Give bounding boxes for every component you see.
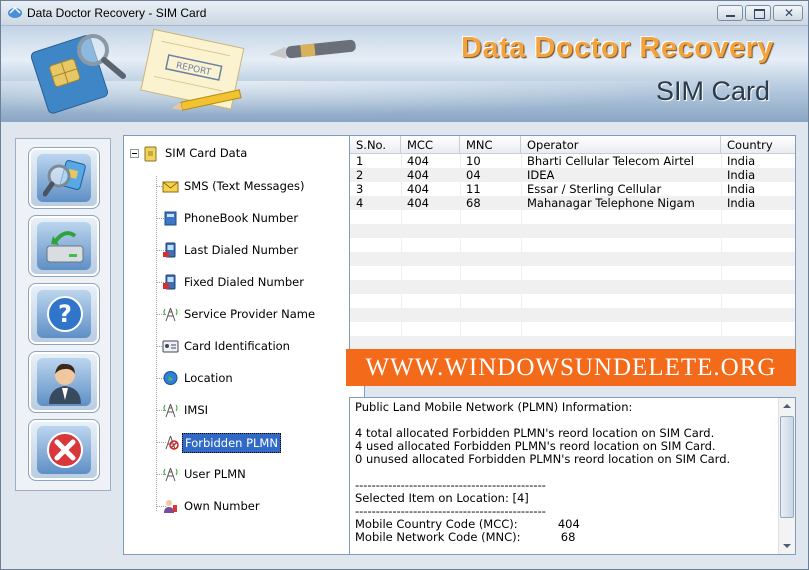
person-phone-icon [164, 500, 177, 513]
sim-search-icon [43, 160, 86, 197]
app-icon [8, 6, 22, 18]
table-row [350, 224, 795, 238]
table-row [350, 322, 795, 336]
cell-operator: IDEA [527, 168, 555, 182]
tower-forbidden-icon [165, 435, 179, 450]
cell-mnc: 11 [466, 182, 481, 196]
info-scrollbar[interactable] [778, 398, 795, 554]
column-header-sno[interactable]: S.No. [350, 136, 401, 154]
title-bar[interactable]: Data Doctor Recovery - SIM Card ✕ [1, 1, 808, 26]
plmn-info-panel: Public Land Mobile Network (PLMN) Inform… [349, 397, 796, 555]
column-header-mnc[interactable]: MNC [460, 136, 521, 154]
cell-sno: 3 [356, 182, 364, 196]
table-row [350, 336, 795, 349]
column-header-operator[interactable]: Operator [521, 136, 721, 154]
table-row [350, 280, 795, 294]
maximize-button[interactable] [745, 5, 771, 21]
column-header-country[interactable]: Country [721, 136, 795, 154]
cell-operator: Mahanagar Telephone Nigam [527, 196, 695, 210]
tree-item-label: Service Provider Name [184, 307, 316, 321]
tree-item-label: User PLMN [184, 467, 246, 481]
tower-icon [163, 307, 178, 322]
cell-sno: 1 [356, 154, 364, 168]
tree-item-label: Own Number [184, 499, 260, 513]
cell-mcc: 404 [407, 196, 429, 210]
exit-button[interactable] [28, 419, 100, 481]
phonebook-icon [164, 211, 177, 226]
sim-data-tree: SIM Card Data SMS (Text Messages) PhoneBo… [123, 135, 365, 555]
close-window-button[interactable]: ✕ [773, 5, 803, 21]
cell-mcc: 404 [407, 154, 429, 168]
table-row [350, 294, 795, 308]
tower-icon [163, 467, 178, 482]
phone-icon [163, 242, 176, 258]
tower-icon [163, 403, 178, 418]
tree-root-label: SIM Card Data [165, 146, 248, 160]
globe-icon [163, 371, 178, 385]
save-button[interactable] [28, 215, 100, 277]
tree-item-label: PhoneBook Number [184, 211, 299, 225]
phone-lock-icon [163, 274, 176, 290]
table-body: 1 404 10 Bharti Cellular Telecom Airtel Indi… [350, 154, 795, 349]
cell-country: India [727, 182, 756, 196]
watermark-banner: WWW.WINDOWSUNDELETE.ORG [346, 349, 796, 386]
cell-sno: 4 [356, 196, 364, 210]
window-title: Data Doctor Recovery - SIM Card [27, 6, 207, 20]
table-row [350, 266, 795, 280]
tree-item-label: SMS (Text Messages) [184, 179, 305, 193]
question-icon: ? [47, 296, 83, 332]
table-row[interactable]: 3 404 11 Essar / Sterling Cellular India [350, 182, 795, 196]
tree-item-label: Location [184, 371, 233, 385]
cell-country: India [727, 196, 756, 210]
drive-save-icon [46, 231, 84, 263]
table-row[interactable]: 4 404 68 Mahanagar Telephone Nigam India [350, 196, 795, 210]
close-icon [47, 432, 83, 468]
table-row[interactable]: 1 404 10 Bharti Cellular Telecom Airtel Indi… [350, 154, 795, 168]
table-row [350, 238, 795, 252]
table-row [350, 210, 795, 224]
cell-mcc: 404 [407, 168, 429, 182]
table-row[interactable]: 2 404 04 IDEA India [350, 168, 795, 182]
banner-illustration: REPORT [31, 28, 356, 114]
scroll-thumb[interactable] [780, 416, 794, 518]
help-button[interactable]: ? [28, 283, 100, 345]
search-sim-button[interactable] [28, 147, 100, 209]
cell-country: India [727, 154, 756, 168]
collapse-icon[interactable] [130, 149, 139, 158]
app-window: Data Doctor Recovery - SIM Card ✕ REPORT [0, 0, 809, 570]
tree-item-label: Fixed Dialed Number [184, 275, 304, 289]
tree-item-label: Last Dialed Number [184, 243, 299, 257]
banner-title: Data Doctor Recovery [461, 32, 774, 64]
tree-item-label: IMSI [184, 403, 209, 417]
scroll-down-icon[interactable] [783, 544, 791, 548]
table-header: S.No. MCC MNC Operator Country [350, 136, 795, 154]
svg-text:?: ? [58, 300, 72, 328]
cell-operator: Essar / Sterling Cellular [527, 182, 662, 196]
close-icon: ✕ [784, 6, 795, 20]
cell-mcc: 404 [407, 182, 429, 196]
banner-subtitle: SIM Card [655, 76, 770, 106]
cell-operator: Bharti Cellular Telecom Airtel [527, 154, 694, 168]
cell-mnc: 10 [466, 154, 481, 168]
left-toolbar: ? [15, 138, 111, 491]
cell-country: India [727, 168, 756, 182]
sim-card-icon [144, 146, 157, 162]
table-row [350, 308, 795, 322]
about-button[interactable] [28, 351, 100, 413]
tree-item-label: Forbidden PLMN [182, 433, 281, 453]
id-card-icon [162, 340, 179, 353]
envelope-icon [162, 181, 179, 193]
cell-mnc: 68 [466, 196, 481, 210]
cell-mnc: 04 [466, 168, 481, 182]
tree-item-label: Card Identification [184, 339, 290, 353]
results-table: S.No. MCC MNC Operator Country 1 404 10 Bha… [349, 135, 796, 350]
user-icon [49, 363, 81, 404]
minimize-button[interactable] [717, 5, 743, 21]
table-row [350, 252, 795, 266]
header-banner: REPORT Data Doctor Recovery SIM Card [1, 26, 808, 122]
cell-sno: 2 [356, 168, 364, 182]
scroll-up-icon[interactable] [783, 404, 791, 408]
column-header-mcc[interactable]: MCC [401, 136, 460, 154]
plmn-info-text: Public Land Mobile Network (PLMN) Inform… [355, 400, 731, 544]
